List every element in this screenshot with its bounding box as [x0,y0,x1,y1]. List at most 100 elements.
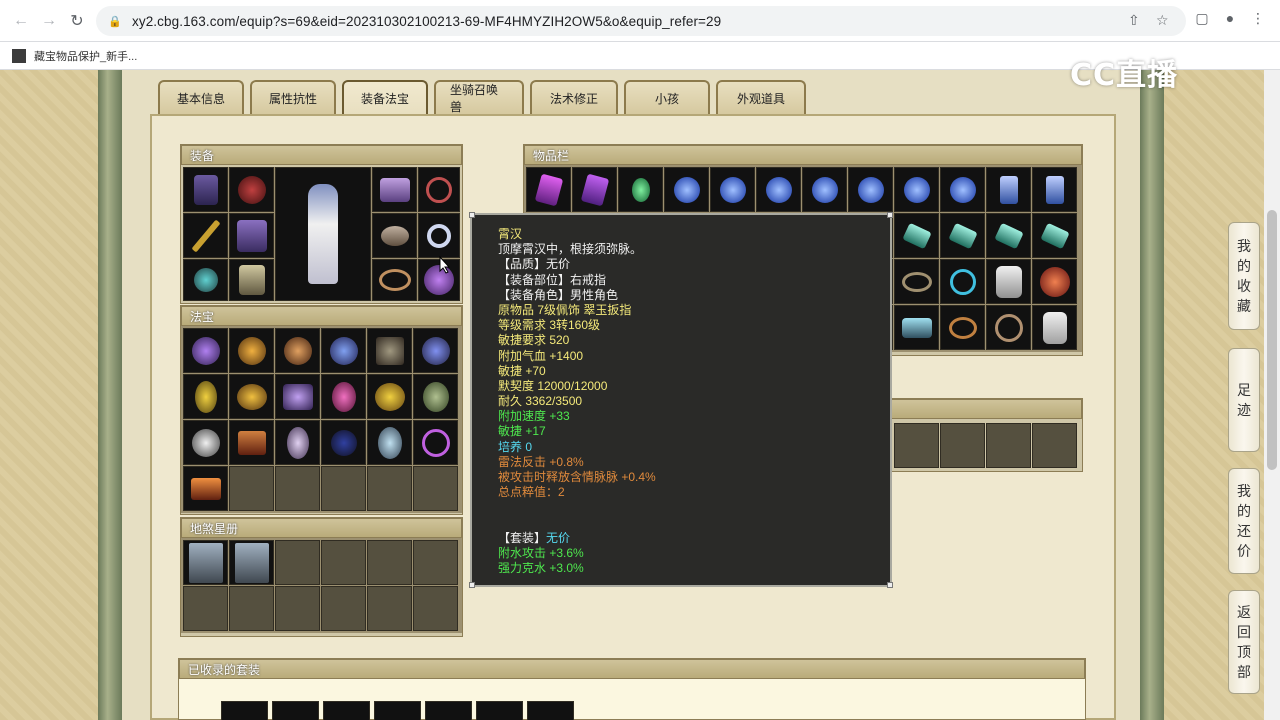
share-icon[interactable]: ⇧ [1128,12,1140,29]
fabao-slot[interactable] [321,374,366,419]
fabao-slot[interactable] [183,328,228,373]
address-bar[interactable]: 🔒 xy2.cbg.163.com/equip?s=69&eid=2023103… [96,6,1186,36]
fabao-slot[interactable] [321,328,366,373]
equip-slot[interactable] [372,259,417,301]
equip-slot[interactable] [183,259,228,301]
fabao-slot[interactable] [275,374,320,419]
equip-slot[interactable] [183,167,228,212]
set-item[interactable] [527,701,574,720]
section-title: 已收录的套装 [179,659,1085,679]
inventory-slot[interactable] [986,305,1031,350]
fabao-slot[interactable] [367,328,412,373]
set-item[interactable] [476,701,523,720]
page-scrollbar[interactable] [1264,70,1280,720]
inventory-slot[interactable] [802,167,847,212]
fabao-slot[interactable] [413,420,458,465]
section-title: 地煞星册 [181,518,462,538]
item-hidden: 被攻击时释放含情脉脉 +0.4% [498,470,656,484]
inventory-slot[interactable] [894,259,939,304]
back-icon[interactable]: ← [8,8,34,34]
inventory-slot[interactable] [894,167,939,212]
inventory-slot[interactable] [940,259,985,304]
tab-attributes[interactable]: 属性抗性 [250,80,336,114]
fabao-slot[interactable] [229,374,274,419]
fabao-slot[interactable] [183,374,228,419]
fabao-slot[interactable] [229,420,274,465]
inventory-slot[interactable] [710,167,755,212]
fabao-slot[interactable] [183,466,228,511]
fabao-slot[interactable] [367,420,412,465]
fabao-slot[interactable] [367,374,412,419]
empty-slot [1032,423,1077,468]
inventory-slot[interactable] [940,213,985,258]
fabao-slot[interactable] [413,374,458,419]
fabao-slot[interactable] [321,420,366,465]
inventory-slot[interactable] [572,167,617,212]
fabao-slot[interactable] [229,328,274,373]
inventory-slot[interactable] [940,167,985,212]
inventory-slot[interactable] [894,305,939,350]
tab-appearance[interactable]: 外观道具 [716,80,806,114]
menu-icon[interactable]: ⋮ [1244,10,1272,27]
set-item[interactable] [272,701,319,720]
equip-slot[interactable] [229,259,274,301]
footprint-button[interactable]: 足迹 [1228,348,1260,452]
cursor-icon [439,256,451,274]
equip-slot-right-ring[interactable] [418,213,460,258]
tab-spell-correction[interactable]: 法术修正 [530,80,618,114]
inventory-slot[interactable] [756,167,801,212]
equip-slot[interactable] [372,167,417,212]
scroll-thumb[interactable] [1267,210,1277,470]
inventory-slot[interactable] [664,167,709,212]
item-name: 霄汉 [498,227,523,241]
set-item[interactable] [374,701,421,720]
forward-icon[interactable]: → [36,8,62,34]
inventory-slot[interactable] [894,213,939,258]
inventory-slot[interactable] [1032,259,1077,304]
tab-equipment[interactable]: 装备法宝 [342,80,428,114]
empty-slot [321,466,366,511]
bookmark-item[interactable]: 藏宝物品保护_新手... [34,48,137,64]
section-title: 法宝 [181,306,462,326]
sidebar-icon[interactable]: ▢ [1188,10,1216,27]
equip-slot[interactable] [418,167,460,212]
inventory-slot[interactable] [618,167,663,212]
inventory-slot[interactable] [940,305,985,350]
inventory-slot[interactable] [1032,305,1077,350]
tab-child[interactable]: 小孩 [624,80,710,114]
set-item[interactable] [323,701,370,720]
inventory-slot[interactable] [1032,167,1077,212]
star-icon[interactable]: ☆ [1156,12,1169,29]
equip-slot[interactable] [229,213,274,258]
tab-basic-info[interactable]: 基本信息 [158,80,244,114]
my-favorites-button[interactable]: 我的收藏 [1228,222,1260,330]
star-book-slot[interactable] [183,540,228,585]
equip-slot[interactable] [372,213,417,258]
inventory-slot[interactable] [1032,213,1077,258]
item-durability: 耐久 3362/3500 [498,394,583,409]
fabao-slot[interactable] [275,328,320,373]
inventory-slot[interactable] [848,167,893,212]
fabao-slot[interactable] [413,328,458,373]
item-role: 【装备角色】男性角色 [498,287,619,302]
my-bargain-button[interactable]: 我的还价 [1228,468,1260,574]
empty-slot [413,586,458,631]
section-title: 装备 [181,145,462,165]
star-book-slot[interactable] [229,540,274,585]
fabao-slot[interactable] [275,420,320,465]
inventory-slot[interactable] [986,167,1031,212]
empty-slot [986,423,1031,468]
equip-slot[interactable] [229,167,274,212]
reload-icon[interactable]: ↻ [64,8,90,34]
equip-slot[interactable] [183,213,228,258]
tab-mounts[interactable]: 坐骑召唤兽 [434,80,524,114]
set-item[interactable] [221,701,268,720]
item-level-req: 等级需求 3转160级 [498,318,601,333]
inventory-slot[interactable] [986,259,1031,304]
inventory-slot[interactable] [986,213,1031,258]
set-item[interactable] [425,701,472,720]
profile-icon[interactable]: ● [1216,10,1244,27]
inventory-slot[interactable] [526,167,571,212]
back-to-top-button[interactable]: 返回顶部 [1228,590,1260,694]
fabao-slot[interactable] [183,420,228,465]
